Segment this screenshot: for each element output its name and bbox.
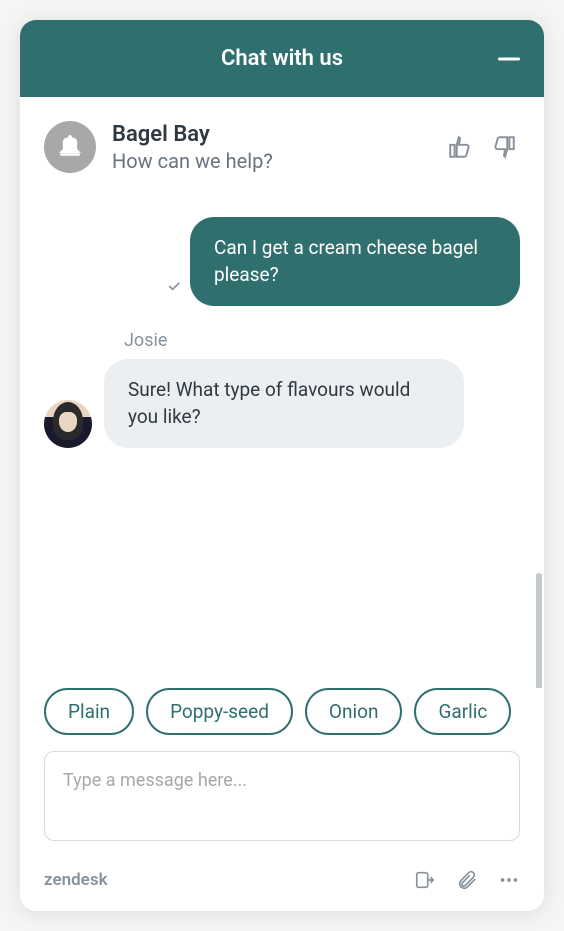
company-subtitle: How can we help? <box>112 149 428 173</box>
messages-area[interactable]: Can I get a cream cheese bagel please? J… <box>20 193 544 688</box>
send-icon <box>414 869 436 891</box>
more-options-button[interactable] <box>498 869 520 891</box>
company-row: Bagel Bay How can we help? <box>20 97 544 193</box>
thumbs-up-icon <box>447 134 473 160</box>
thumbs-down-icon <box>491 134 517 160</box>
send-button[interactable] <box>414 869 436 891</box>
rating-buttons <box>444 131 520 163</box>
brand-label: zendesk <box>44 870 108 890</box>
header-title: Chat with us <box>221 46 343 71</box>
chat-footer: zendesk <box>20 857 544 911</box>
chat-header: Chat with us <box>20 20 544 97</box>
bell-icon <box>55 132 85 162</box>
agent-message-bubble: Sure! What type of flavours would you li… <box>104 359 464 448</box>
delivered-checkmark-icon <box>166 278 182 298</box>
user-message-bubble: Can I get a cream cheese bagel please? <box>190 217 520 306</box>
thumbs-up-button[interactable] <box>444 131 476 163</box>
agent-avatar <box>44 400 92 448</box>
message-input[interactable] <box>44 751 520 841</box>
footer-actions <box>414 869 520 891</box>
quick-reply-plain[interactable]: Plain <box>44 688 134 735</box>
quick-reply-onion[interactable]: Onion <box>305 688 403 735</box>
paperclip-icon <box>456 869 478 891</box>
company-name: Bagel Bay <box>112 122 428 147</box>
attachment-button[interactable] <box>456 869 478 891</box>
quick-reply-garlic[interactable]: Garlic <box>414 688 511 735</box>
scrollbar[interactable] <box>536 573 542 688</box>
company-info: Bagel Bay How can we help? <box>112 122 428 173</box>
quick-reply-poppy-seed[interactable]: Poppy-seed <box>146 688 293 735</box>
thumbs-down-button[interactable] <box>488 131 520 163</box>
user-message-row: Can I get a cream cheese bagel please? <box>44 217 520 306</box>
agent-message-row: Sure! What type of flavours would you li… <box>44 359 520 448</box>
company-avatar <box>44 121 96 173</box>
input-area <box>20 751 544 857</box>
quick-replies: Plain Poppy-seed Onion Garlic <box>20 688 544 735</box>
agent-name-label: Josie <box>124 330 520 351</box>
minimize-icon[interactable] <box>498 57 520 60</box>
more-horizontal-icon <box>498 869 520 891</box>
chat-widget: Chat with us Bagel Bay How can we help? <box>20 20 544 911</box>
